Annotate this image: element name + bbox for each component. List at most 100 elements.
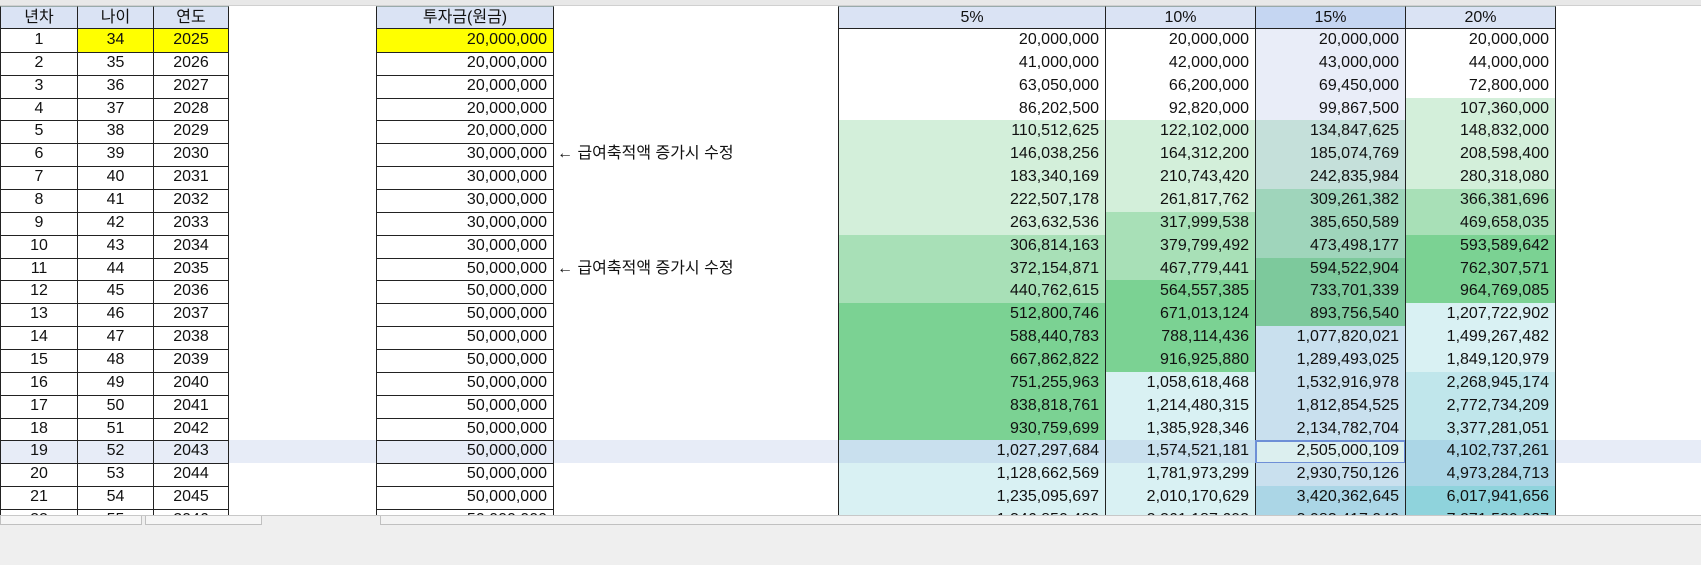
cell-r15[interactable]: 1,289,493,025 [1255, 349, 1406, 373]
cell-year-index[interactable]: 9 [0, 211, 78, 236]
cell-r15[interactable]: 2,505,000,109 [1255, 440, 1406, 465]
cell-r20[interactable]: 762,307,571 [1405, 257, 1556, 282]
cell-year[interactable]: 2045 [153, 486, 229, 511]
cell-year-index[interactable]: 13 [0, 303, 78, 328]
cell-r5[interactable]: 1,027,297,684 [838, 440, 1106, 465]
cell-r15[interactable]: 594,522,904 [1255, 257, 1406, 282]
cell-age[interactable]: 51 [77, 417, 154, 442]
cell-principal[interactable]: 50,000,000 [376, 257, 554, 282]
cell-r15[interactable]: 1,077,820,021 [1255, 326, 1406, 351]
cell-r10[interactable]: 122,102,000 [1105, 120, 1256, 145]
cell-r5[interactable]: 372,154,871 [838, 257, 1106, 282]
cell-principal[interactable]: 50,000,000 [376, 394, 554, 419]
cell-r10[interactable]: 1,058,618,468 [1105, 371, 1256, 396]
cell-r20[interactable]: 1,499,267,482 [1405, 326, 1556, 351]
cell-age[interactable]: 48 [77, 349, 154, 373]
cell-r15[interactable]: 134,847,625 [1255, 120, 1406, 145]
header-year[interactable]: 연도 [153, 6, 229, 29]
cell-principal[interactable]: 30,000,000 [376, 234, 554, 259]
cell-age[interactable]: 40 [77, 166, 154, 191]
cell-r5[interactable]: 512,800,746 [838, 303, 1106, 328]
cell-r10[interactable]: 379,799,492 [1105, 234, 1256, 259]
cell-r20[interactable]: 6,017,941,656 [1405, 486, 1556, 511]
cell-age[interactable]: 36 [77, 74, 154, 99]
cell-r5[interactable]: 41,000,000 [838, 51, 1106, 76]
cell-age[interactable]: 45 [77, 280, 154, 305]
cell-year[interactable]: 2036 [153, 280, 229, 305]
cell-age[interactable]: 42 [77, 211, 154, 236]
cell-r10[interactable]: 2,010,170,629 [1105, 486, 1256, 511]
header-principal[interactable]: 투자금(원금) [376, 6, 554, 29]
cell-age[interactable]: 50 [77, 394, 154, 419]
cell-r5[interactable]: 306,814,163 [838, 234, 1106, 259]
cell-year[interactable]: 2042 [153, 417, 229, 442]
cell-r10[interactable]: 1,214,480,315 [1105, 394, 1256, 419]
header-r15[interactable]: 15% [1255, 6, 1406, 29]
header-age[interactable]: 나이 [77, 6, 154, 29]
cell-year[interactable]: 2041 [153, 394, 229, 419]
cell-r20[interactable]: 964,769,085 [1405, 280, 1556, 305]
cell-age[interactable]: 34 [77, 29, 154, 53]
cell-age[interactable]: 49 [77, 371, 154, 396]
cell-year-index[interactable]: 16 [0, 371, 78, 396]
cell-principal[interactable]: 20,000,000 [376, 120, 554, 145]
cell-year-index[interactable]: 6 [0, 143, 78, 168]
cell-age[interactable]: 38 [77, 120, 154, 145]
cell-r5[interactable]: 930,759,699 [838, 417, 1106, 442]
cell-r5[interactable]: 110,512,625 [838, 120, 1106, 145]
cell-principal[interactable]: 30,000,000 [376, 189, 554, 213]
sheet-tab[interactable] [0, 516, 142, 525]
cell-r20[interactable]: 20,000,000 [1405, 29, 1556, 53]
cell-principal[interactable]: 20,000,000 [376, 97, 554, 122]
cell-principal[interactable]: 50,000,000 [376, 326, 554, 351]
cell-age[interactable]: 47 [77, 326, 154, 351]
cell-age[interactable]: 37 [77, 97, 154, 122]
cell-r20[interactable]: 469,658,035 [1405, 211, 1556, 236]
cell-year-index[interactable]: 8 [0, 189, 78, 213]
cell-r15[interactable]: 69,450,000 [1255, 74, 1406, 99]
cell-year-index[interactable]: 12 [0, 280, 78, 305]
cell-r15[interactable]: 893,756,540 [1255, 303, 1406, 328]
cell-principal[interactable]: 20,000,000 [376, 29, 554, 53]
cell-year[interactable]: 2029 [153, 120, 229, 145]
cell-r15[interactable]: 3,420,362,645 [1255, 486, 1406, 511]
cell-year[interactable]: 2037 [153, 303, 229, 328]
cell-year-index[interactable]: 3 [0, 74, 78, 99]
cell-r5[interactable]: 20,000,000 [838, 29, 1106, 53]
cell-age[interactable]: 39 [77, 143, 154, 168]
cell-r15[interactable]: 2,134,782,704 [1255, 417, 1406, 442]
cell-r20[interactable]: 2,268,945,174 [1405, 371, 1556, 396]
cell-r20[interactable]: 44,000,000 [1405, 51, 1556, 76]
cell-principal[interactable]: 50,000,000 [376, 440, 554, 465]
cell-year[interactable]: 2039 [153, 349, 229, 373]
cell-year-index[interactable]: 18 [0, 417, 78, 442]
cell-r10[interactable]: 261,817,762 [1105, 189, 1256, 213]
cell-year[interactable]: 2038 [153, 326, 229, 351]
sheet-tab[interactable] [145, 516, 262, 525]
cell-year[interactable]: 2044 [153, 463, 229, 488]
cell-r5[interactable]: 751,255,963 [838, 371, 1106, 396]
cell-r10[interactable]: 42,000,000 [1105, 51, 1256, 76]
cell-r15[interactable]: 733,701,339 [1255, 280, 1406, 305]
cell-principal[interactable]: 50,000,000 [376, 303, 554, 328]
cell-r5[interactable]: 86,202,500 [838, 97, 1106, 122]
cell-year-index[interactable]: 17 [0, 394, 78, 419]
cell-year-index[interactable]: 7 [0, 166, 78, 191]
cell-principal[interactable]: 50,000,000 [376, 463, 554, 488]
cell-r5[interactable]: 1,128,662,569 [838, 463, 1106, 488]
cell-r5[interactable]: 588,440,783 [838, 326, 1106, 351]
cell-r15[interactable]: 1,812,854,525 [1255, 394, 1406, 419]
cell-r20[interactable]: 148,832,000 [1405, 120, 1556, 145]
cell-r10[interactable]: 92,820,000 [1105, 97, 1256, 122]
cell-r20[interactable]: 280,318,080 [1405, 166, 1556, 191]
cell-r15[interactable]: 385,650,589 [1255, 211, 1406, 236]
cell-r5[interactable]: 440,762,615 [838, 280, 1106, 305]
cell-year[interactable]: 2033 [153, 211, 229, 236]
cell-principal[interactable]: 50,000,000 [376, 349, 554, 373]
cell-r10[interactable]: 1,385,928,346 [1105, 417, 1256, 442]
cell-r5[interactable]: 667,862,822 [838, 349, 1106, 373]
cell-r10[interactable]: 467,779,441 [1105, 257, 1256, 282]
cell-age[interactable]: 43 [77, 234, 154, 259]
cell-r15[interactable]: 473,498,177 [1255, 234, 1406, 259]
header-year-index[interactable]: 년차 [0, 6, 78, 29]
